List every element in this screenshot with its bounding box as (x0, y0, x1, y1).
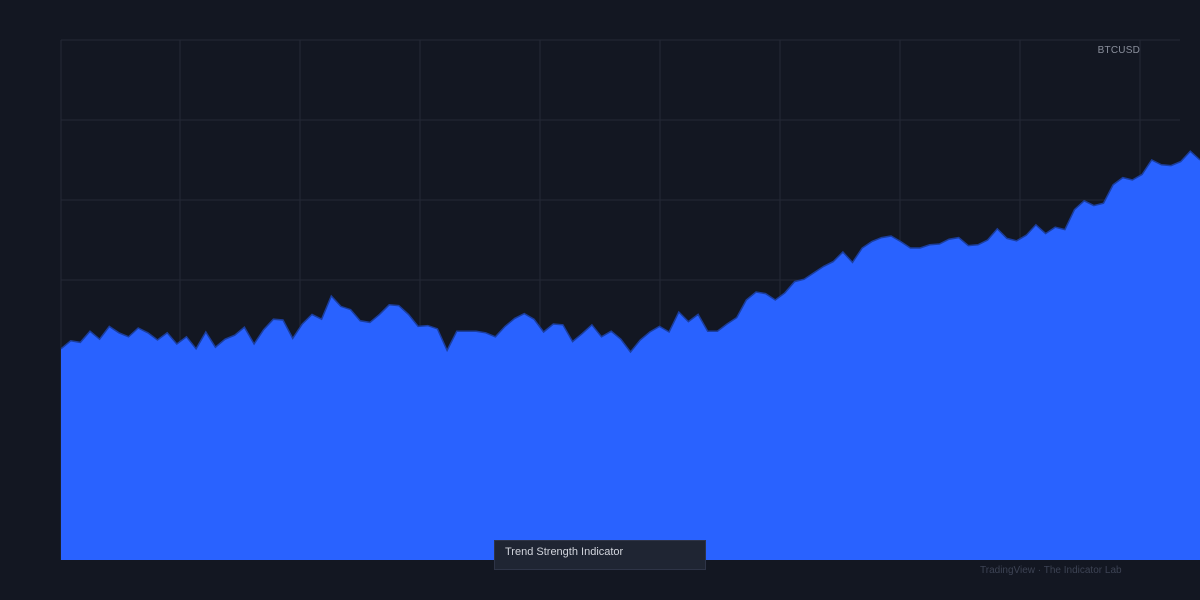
price-area-fill (61, 151, 1200, 560)
series-layer (60, 150, 1200, 560)
price-area-chart[interactable] (0, 0, 1200, 600)
symbol-label: BTCUSD (1097, 45, 1140, 56)
indicator-tab[interactable]: Trend Strength Indicator (494, 540, 706, 570)
chart-stage: BTCUSD Trend Strength Indicator TradingV… (0, 0, 1200, 600)
watermark: TradingView · The Indicator Lab (980, 565, 1122, 576)
